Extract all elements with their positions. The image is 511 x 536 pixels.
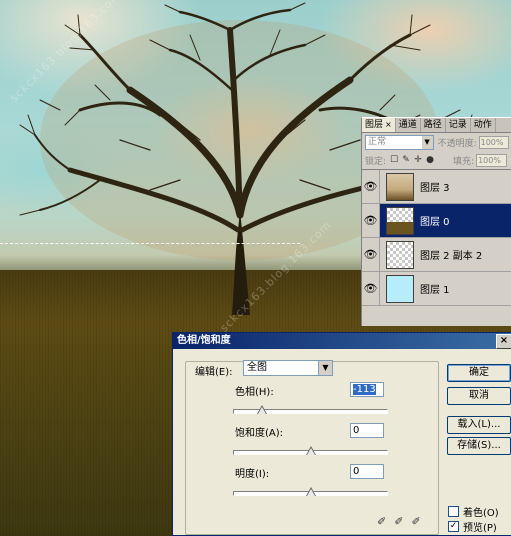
blend-mode-value: 正常	[368, 136, 387, 147]
layer-thumbnail	[386, 206, 414, 235]
saturation-input[interactable]: 0	[350, 423, 384, 438]
eyedropper-minus-icon[interactable]: ✐	[411, 515, 420, 528]
lock-brush-icon[interactable]: ✎	[401, 155, 411, 165]
save-button[interactable]: 存储(S)...	[447, 437, 511, 455]
colorize-checkbox-row[interactable]: 着色(O)	[448, 504, 499, 519]
lock-label: 锁定:	[365, 156, 387, 167]
lock-move-icon[interactable]: ✛	[413, 155, 423, 165]
colorize-checkbox[interactable]	[448, 506, 459, 517]
eyedropper-icon[interactable]: ✐	[377, 515, 386, 528]
edit-range-value: 全图	[247, 362, 267, 373]
layer-name: 图层 1	[420, 285, 450, 296]
layer-name: 图层 0	[420, 217, 450, 228]
blend-mode-row: 正常 ▼ 不透明度: 100%	[362, 133, 511, 151]
lightness-input[interactable]: 0	[350, 464, 384, 479]
lock-transparency-icon[interactable]: ☐	[389, 155, 399, 165]
tab-paths[interactable]: 路径	[421, 118, 446, 132]
preview-checkbox[interactable]: ✓	[448, 521, 459, 532]
ok-button[interactable]: 确定	[447, 364, 511, 382]
colorize-label: 着色(O)	[463, 508, 499, 519]
eyedropper-tools: ✐ ✐ ✐	[377, 515, 421, 528]
eye-icon: 👁	[363, 180, 378, 193]
dialog-title: 色相/饱和度	[177, 335, 231, 346]
layer-thumbnail	[386, 240, 414, 269]
layer-row-2-copy-2[interactable]: 👁 图层 2 副本 2	[362, 238, 511, 272]
visibility-toggle[interactable]: 👁	[362, 204, 380, 237]
hue-saturation-dialog: 色相/饱和度 × 编辑(E): 全图 ▼ 色相(H): -113 饱和度(A):…	[172, 332, 511, 536]
fill-field[interactable]: 100%	[476, 153, 508, 167]
hue-slider-handle[interactable]	[257, 405, 268, 414]
chevron-down-icon: ▼	[421, 135, 433, 149]
layer-row-1[interactable]: 👁 图层 1	[362, 272, 511, 306]
opacity-label: 不透明度:	[437, 138, 477, 149]
close-button[interactable]: ×	[496, 334, 511, 349]
edit-range-select[interactable]: 全图 ▼	[243, 360, 333, 376]
eye-icon: 👁	[363, 248, 378, 261]
panel-tabs: 图层 × 通道 路径 记录 动作	[362, 118, 511, 133]
opacity-field[interactable]: 100%	[478, 135, 509, 149]
layer-row-0[interactable]: 👁 图层 0	[362, 204, 511, 238]
load-button[interactable]: 载入(L)...	[447, 416, 511, 434]
tab-channels[interactable]: 通道	[396, 118, 421, 132]
lightness-slider[interactable]	[233, 487, 388, 496]
visibility-toggle[interactable]: 👁	[362, 272, 380, 305]
lock-row: 锁定: ☐ ✎ ✛ ● 填充: 100%	[362, 151, 511, 170]
edit-label: 编辑(E):	[193, 363, 235, 378]
hue-value: -113	[353, 384, 376, 395]
saturation-slider-handle[interactable]	[305, 446, 316, 455]
saturation-slider[interactable]	[233, 446, 388, 455]
preview-checkbox-row[interactable]: ✓ 预览(P)	[448, 519, 497, 534]
cancel-button[interactable]: 取消	[447, 387, 511, 405]
layer-row-3[interactable]: 👁 图层 3	[362, 170, 511, 204]
blend-mode-select[interactable]: 正常 ▼	[365, 134, 434, 150]
dialog-titlebar[interactable]: 色相/饱和度 ×	[173, 333, 511, 349]
chevron-down-icon: ▼	[318, 361, 332, 375]
saturation-label: 饱和度(A):	[235, 428, 284, 439]
layers-panel: 图层 × 通道 路径 记录 动作 正常 ▼ 不透明度: 100% 锁定: ☐ ✎ …	[361, 117, 511, 326]
visibility-toggle[interactable]: 👁	[362, 238, 380, 271]
selection-marquee	[0, 243, 300, 244]
eyedropper-plus-icon[interactable]: ✐	[394, 515, 403, 528]
close-icon[interactable]: ×	[385, 120, 392, 129]
eye-icon: 👁	[363, 282, 378, 295]
lock-all-icon[interactable]: ●	[425, 155, 435, 165]
tab-label: 图层	[365, 120, 384, 130]
fill-label: 填充:	[453, 156, 475, 167]
hue-input[interactable]: -113	[350, 382, 384, 397]
lock-icons: ☐ ✎ ✛ ●	[389, 155, 435, 165]
preview-label: 预览(P)	[463, 523, 497, 534]
hue-slider[interactable]	[233, 405, 388, 414]
visibility-toggle[interactable]: 👁	[362, 170, 380, 203]
eye-icon: 👁	[363, 214, 378, 227]
layer-name: 图层 2 副本 2	[420, 251, 483, 262]
lightness-label: 明度(I):	[235, 469, 270, 480]
tab-actions[interactable]: 动作	[471, 118, 496, 132]
layer-name: 图层 3	[420, 183, 450, 194]
hue-label: 色相(H):	[235, 387, 274, 398]
lightness-slider-handle[interactable]	[305, 487, 316, 496]
tab-layers[interactable]: 图层 ×	[362, 118, 396, 132]
layer-thumbnail	[386, 172, 414, 201]
layer-thumbnail	[386, 274, 414, 303]
tab-history[interactable]: 记录	[446, 118, 471, 132]
